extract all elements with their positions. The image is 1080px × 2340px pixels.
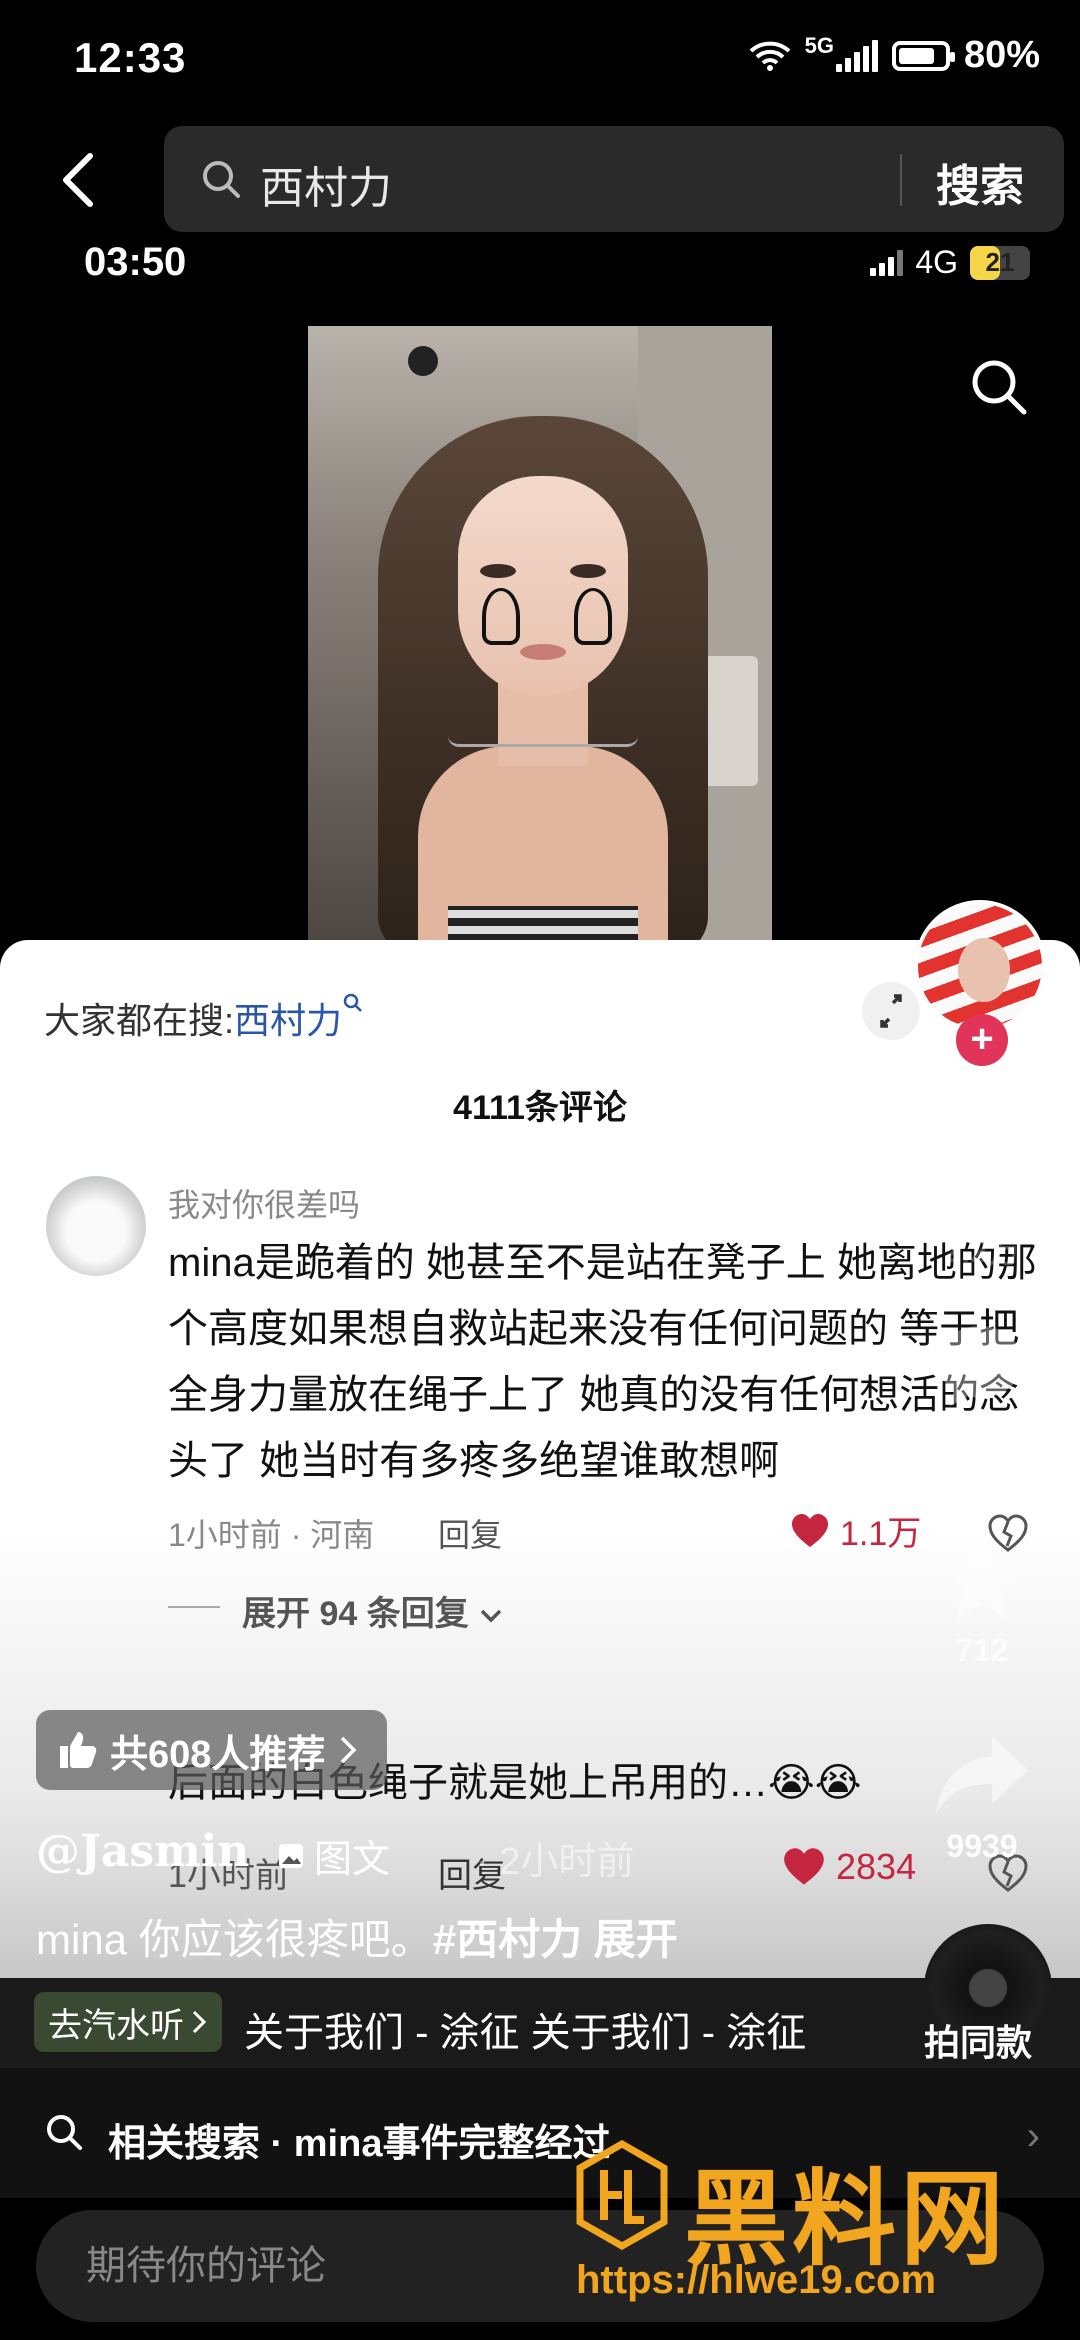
search-bar[interactable]: 西村力 搜索 [164, 126, 1064, 232]
music-chip-label: 去汽水听 [48, 2006, 184, 2045]
battery-icon [891, 40, 955, 71]
expand-icon[interactable] [862, 982, 920, 1040]
suggest-row: 大家都在搜:西村力 [44, 992, 364, 1044]
expand-replies-label: 展开 94 条回复 [242, 1595, 469, 1633]
commenter-avatar[interactable] [46, 1176, 146, 1276]
search-button[interactable]: 搜索 [936, 150, 1024, 214]
back-icon[interactable] [50, 150, 110, 210]
author-name[interactable]: @Jasmin [36, 1826, 249, 1877]
wifi-icon [749, 41, 790, 71]
image-post-icon [279, 1843, 303, 1868]
watermark-logo-icon [576, 2140, 668, 2250]
post-type: 图文 [276, 1828, 390, 1883]
expand-replies-line [168, 1606, 220, 1608]
recommend-count: 共608人推荐 [110, 1733, 326, 1776]
video-signal-icon [870, 249, 904, 276]
chevron-down-icon [480, 1609, 502, 1623]
music-title[interactable]: 关于我们 - 涂征 关于我们 - 涂征 [244, 2000, 814, 2058]
search-query[interactable]: 西村力 [260, 152, 392, 216]
caption-expand-button[interactable]: 展开 [594, 1916, 678, 1963]
expand-replies-button[interactable]: 展开 94 条回复 [242, 1586, 504, 1635]
caption: mina 你应该很疼吧。#西村力 展开 [36, 1906, 678, 1967]
search-icon [203, 161, 240, 198]
chevron-right-icon [192, 2010, 207, 2034]
commenter-name[interactable]: 我对你很差吗 [168, 1180, 360, 1226]
status-indicators: 5G 80% [749, 32, 1040, 77]
battery-percent: 80% [963, 34, 1040, 76]
related-search-text[interactable]: 相关搜索 · mina事件完整经过 [108, 2112, 610, 2167]
heart-icon [792, 1513, 828, 1547]
search-divider [900, 154, 902, 206]
music-app-chip[interactable]: 去汽水听 [34, 1992, 222, 2052]
use-sound-button[interactable]: 拍同款 [924, 2014, 1032, 2066]
video-photo[interactable] [308, 326, 772, 942]
caption-text: mina 你应该很疼吧。 [36, 1916, 433, 1963]
comment-like-count-2: 2834 [836, 1846, 917, 1887]
favorite-count: 712 [955, 1632, 1009, 1668]
video-inner-status: 4G 21 [870, 244, 1030, 281]
follow-button[interactable]: + [956, 1014, 1008, 1066]
video-search-icon[interactable] [968, 356, 1030, 418]
thumbs-up-icon [60, 1732, 97, 1768]
network-type: 5G [804, 32, 834, 58]
comment-count-rail: 611 [956, 1434, 1008, 1470]
reply-button[interactable]: 回复 [438, 1510, 502, 1556]
video-battery-value: 21 [985, 247, 1015, 277]
watermark: 黑料网 https://hlwe19.com [574, 2134, 1074, 2324]
creator-avatar[interactable] [914, 900, 1046, 1032]
chevron-right-icon [341, 1736, 357, 1764]
music-bar[interactable]: 去汽水听 关于我们 - 涂征 关于我们 - 涂征 拍同款 [0, 1924, 1080, 2068]
heart-icon [784, 1848, 824, 1885]
bow-sticker-right [574, 588, 612, 645]
watermark-url: https://hlwe19.com [576, 2258, 937, 2302]
comment-like-button-2[interactable]: 2834 [782, 1846, 916, 1888]
share-count: 9939 [946, 1828, 1018, 1864]
comment-meta: 1小时前 · 河南 [168, 1517, 375, 1553]
like-icon[interactable] [930, 1130, 1030, 1220]
like-count: 2.2万 [943, 1233, 1021, 1269]
comment-count: 4111条评论 [453, 1089, 627, 1127]
comment-like-count: 1.1万 [840, 1515, 922, 1553]
post-age: · 2小时前 [476, 1841, 635, 1883]
bow-sticker-left [482, 588, 520, 645]
favorite-star-icon[interactable] [934, 1534, 1030, 1626]
share-icon[interactable] [932, 1730, 1032, 1820]
cell-signal-icon [835, 39, 878, 72]
recommend-pill[interactable]: 共608人推荐 [36, 1710, 388, 1790]
suggest-link[interactable]: 西村力 [234, 1000, 342, 1041]
comment-text: mina是跪着的 她甚至不是站在凳子上 她离地的那个高度如果想自救站起来没有任何… [168, 1241, 1037, 1483]
suggest-search-icon [343, 993, 362, 1012]
comment-like-button[interactable]: 1.1万 [790, 1506, 921, 1555]
video-network: 4G [915, 244, 958, 280]
comment-icon[interactable] [932, 1320, 1028, 1410]
hashtag-link[interactable]: #西村力 [433, 1916, 582, 1963]
video-inner-time: 03:50 [84, 240, 187, 284]
video-battery-icon: 21 [970, 245, 1030, 280]
suggest-label: 大家都在搜: [44, 1000, 235, 1041]
status-time: 12:33 [74, 34, 187, 81]
search-icon [47, 2115, 82, 2150]
post-type-label: 图文 [314, 1839, 391, 1881]
